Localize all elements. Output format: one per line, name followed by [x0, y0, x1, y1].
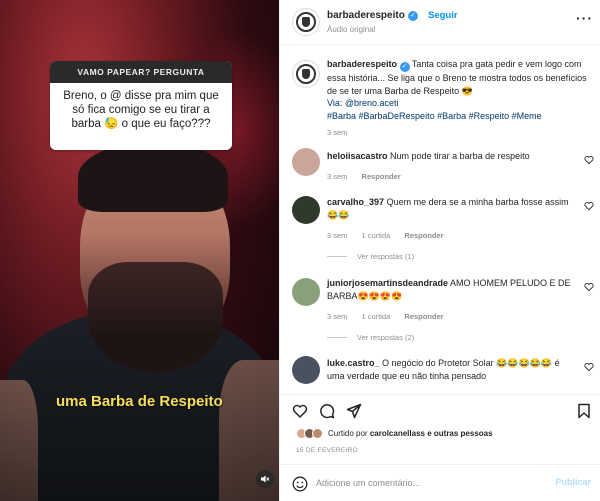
likes-text: Curtido por carolcanellass e outras pess… — [328, 429, 493, 438]
caption-via[interactable]: Via: @breno.aceti — [327, 98, 399, 108]
emoji-icon[interactable] — [292, 476, 308, 492]
reply-button[interactable]: Responder — [404, 312, 443, 321]
caption-text: barbaderespeito ✓ Tanta coisa pra gata p… — [327, 58, 589, 122]
liker-avatar — [312, 427, 323, 439]
comment-likes[interactable]: 1 curtida — [362, 231, 391, 240]
comment-input[interactable] — [316, 474, 546, 492]
comment-text: luke.castro_ O negócio do Protetor Solar… — [327, 357, 579, 382]
liker-username[interactable]: carolcanellass — [370, 429, 425, 438]
account-avatar[interactable] — [292, 8, 320, 36]
likes-summary[interactable]: Curtido por carolcanellass e outras pess… — [296, 426, 493, 440]
view-replies-label: Ver respostas (1) — [357, 252, 415, 261]
comment-avatar[interactable] — [292, 196, 320, 224]
audio-label[interactable]: Áudio original — [327, 25, 375, 34]
other-likers-link[interactable]: e outras pessoas — [427, 429, 492, 438]
video-caption: uma Barba de Respeito — [56, 393, 223, 410]
like-heart-icon[interactable] — [584, 155, 594, 165]
caption-username[interactable]: barbaderespeito — [327, 59, 397, 69]
comment-username[interactable]: luke.castro_ — [327, 358, 380, 368]
comment-username[interactable]: juniorjosemartinsdeandrade — [327, 278, 448, 288]
comment-meta: 3 sem Responder — [327, 172, 401, 181]
mute-button[interactable] — [256, 470, 274, 488]
comment-icon[interactable] — [319, 403, 335, 419]
person-beard — [88, 262, 223, 372]
comment-meta: 3 sem 1 curtida Responder — [327, 231, 444, 240]
comment-likes[interactable]: 1 curtida — [362, 312, 391, 321]
question-sticker-text: Breno, o @ disse pra mim que só fica com… — [63, 90, 219, 130]
comment-avatar[interactable] — [292, 278, 320, 306]
verified-badge-icon: ✓ — [399, 62, 410, 72]
follow-button[interactable]: Seguir — [428, 10, 458, 21]
like-heart-icon[interactable] — [584, 282, 594, 292]
comment-body: Num pode tirar a barba de respeito — [390, 151, 530, 161]
question-sticker-header: VAMO PAPEAR? PERGUNTA — [50, 61, 232, 83]
comment-avatar[interactable] — [292, 356, 320, 384]
liked-by-label: Curtido por — [328, 428, 368, 438]
post-date[interactable]: 15 DE FEVEREIRO — [296, 447, 358, 454]
comment-avatar[interactable] — [292, 148, 320, 176]
comment-time[interactable]: 3 sem — [327, 231, 347, 240]
publish-button[interactable]: Publicar — [555, 477, 591, 487]
post-header: barbaderespeito ✓ Seguir Áudio original … — [280, 0, 600, 45]
share-icon[interactable] — [346, 403, 362, 419]
ellipsis-icon[interactable]: ··· — [576, 10, 593, 26]
comment-text: heloiisacastro Num pode tirar a barba de… — [327, 150, 567, 163]
like-heart-icon[interactable] — [584, 362, 594, 372]
caption-avatar[interactable] — [292, 60, 320, 88]
caption-hashtags[interactable]: #Barba #BarbaDeRespeito #Barba #Respeito… — [327, 111, 542, 121]
reply-button[interactable]: Responder — [362, 172, 401, 181]
comment-time[interactable]: 3 sem — [327, 172, 347, 181]
question-sticker: VAMO PAPEAR? PERGUNTA Breno, o @ disse p… — [50, 61, 232, 150]
comment-username[interactable]: heloiisacastro — [327, 151, 388, 161]
heart-icon[interactable] — [292, 403, 308, 419]
action-bar — [280, 394, 600, 422]
view-replies-button[interactable]: Ver respostas (1) — [327, 252, 414, 261]
view-replies-label: Ver respostas (2) — [357, 333, 415, 342]
person-hair — [78, 142, 228, 212]
bookmark-icon[interactable] — [576, 403, 592, 419]
caption-time[interactable]: 3 sem — [327, 128, 347, 137]
comment-text: carvalho_397 Quem me dera se a minha bar… — [327, 196, 579, 221]
account-username[interactable]: barbaderespeito — [327, 10, 405, 21]
speaker-muted-icon — [261, 475, 270, 483]
reel-video[interactable]: VAMO PAPEAR? PERGUNTA Breno, o @ disse p… — [0, 0, 279, 501]
person-arm — [0, 380, 38, 501]
comment-username[interactable]: carvalho_397 — [327, 197, 384, 207]
reply-button[interactable]: Responder — [404, 231, 443, 240]
comment-text: juniorjosemartinsdeandrade AMO HOMEM PEL… — [327, 277, 579, 302]
verified-badge-icon: ✓ — [408, 11, 418, 21]
like-heart-icon[interactable] — [584, 201, 594, 211]
add-comment-bar: Publicar — [280, 464, 600, 501]
comment-meta: 3 sem 1 curtida Responder — [327, 312, 444, 321]
view-replies-button[interactable]: Ver respostas (2) — [327, 333, 414, 342]
comment-time[interactable]: 3 sem — [327, 312, 347, 321]
comments-list: barbaderespeito ✓ Tanta coisa pra gata p… — [280, 46, 600, 391]
post-panel: barbaderespeito ✓ Seguir Áudio original … — [279, 0, 600, 501]
caption-meta: 3 sem — [327, 128, 359, 137]
